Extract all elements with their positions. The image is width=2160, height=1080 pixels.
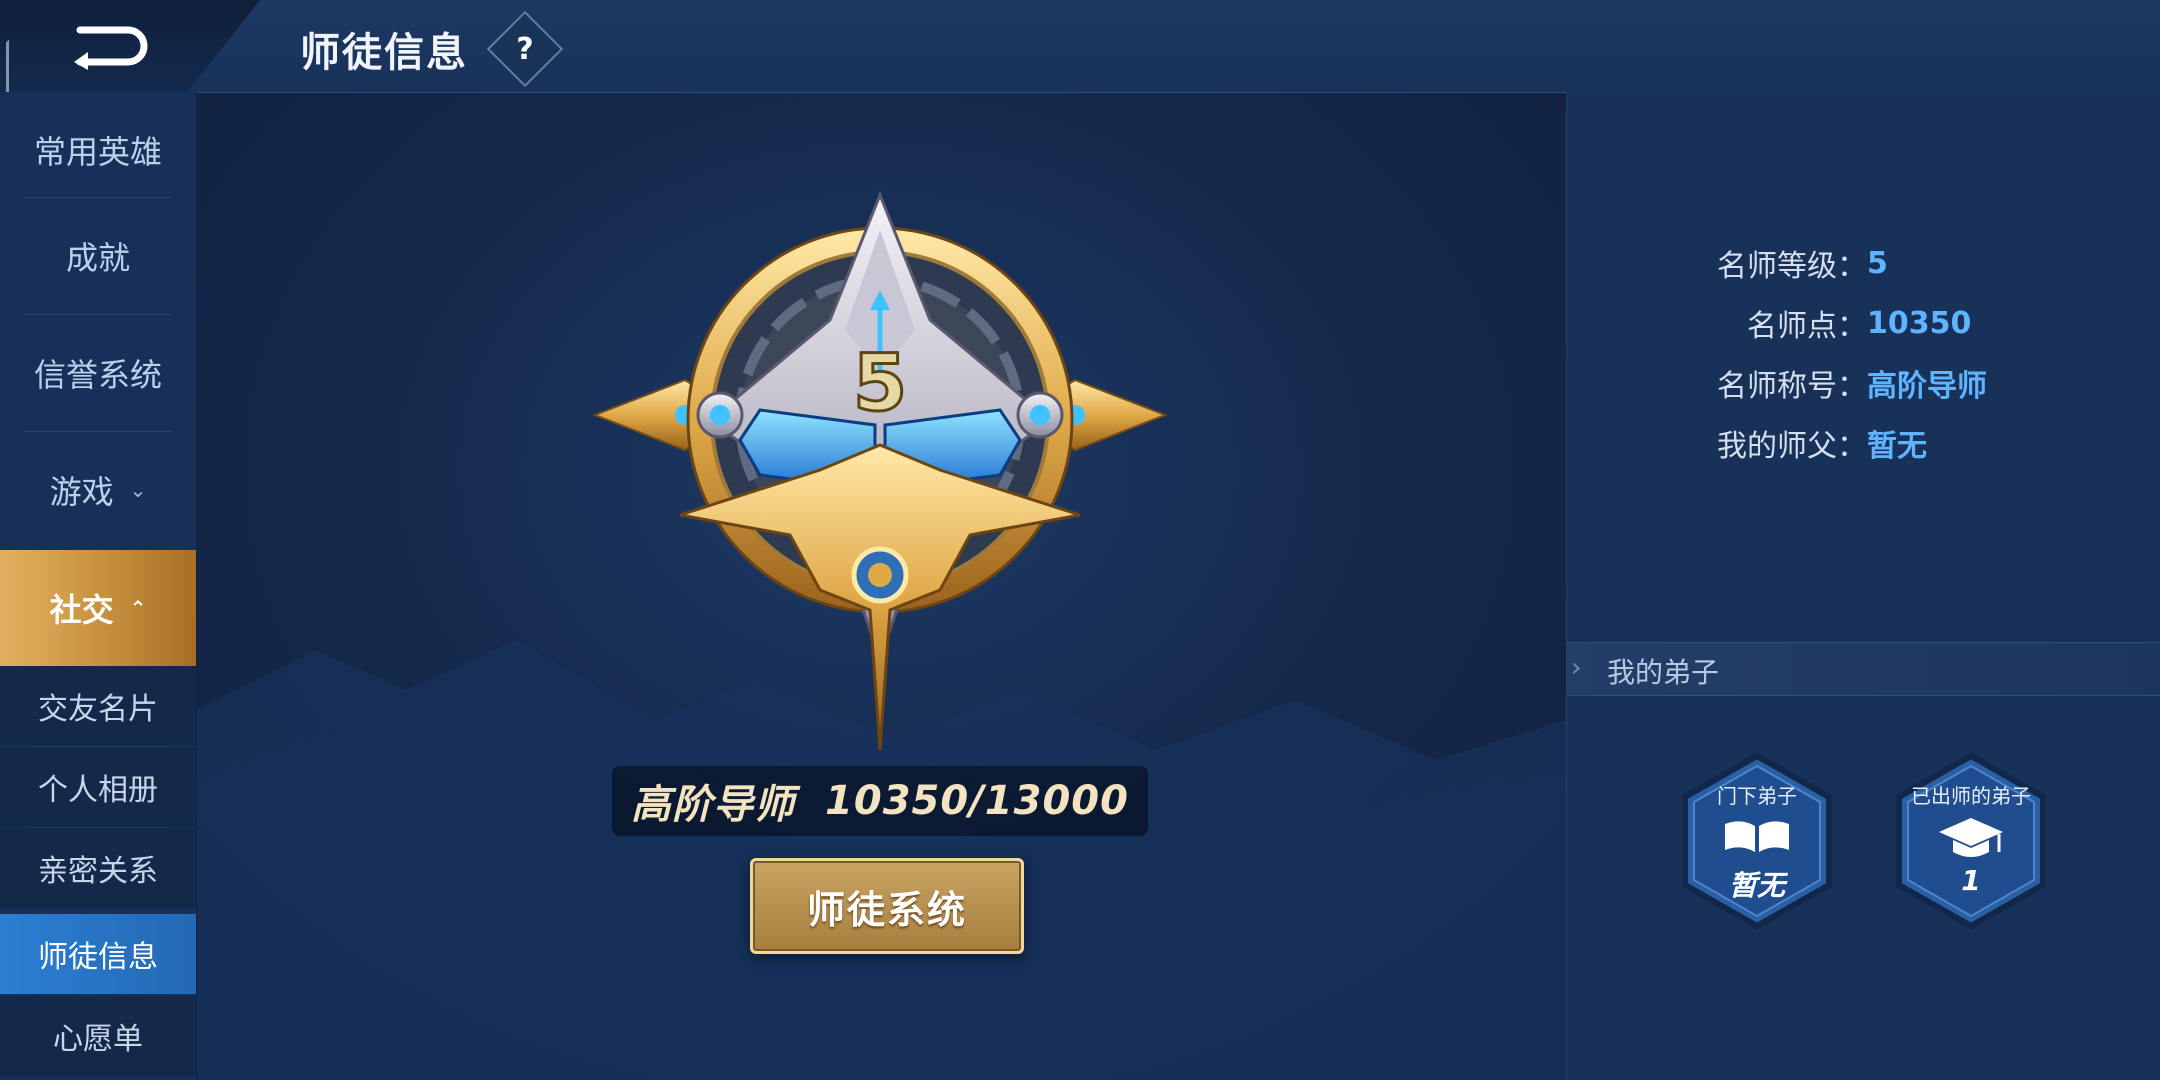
- rank-progress-text: 10350/13000: [825, 778, 1129, 824]
- sidebar-item-games[interactable]: 游戏 ⌄: [0, 432, 196, 548]
- chevron-right-icon: ›: [1571, 653, 1582, 683]
- sidebar-item-social[interactable]: 社交 ⌃: [0, 550, 196, 666]
- sidebar-subitem-label: 个人相册: [38, 773, 158, 808]
- current-disciples-value: 暂无: [1728, 869, 1785, 902]
- back-arrow-icon: [74, 26, 148, 70]
- current-disciples-stat[interactable]: 门下弟子 暂无: [1677, 752, 1837, 930]
- graduated-disciples-title: 已出师的弟子: [1911, 784, 2031, 808]
- info-label: 名师等级：: [1717, 249, 1867, 284]
- chevron-up-icon: ⌃: [129, 596, 147, 620]
- chevron-down-icon: ⌄: [129, 478, 147, 502]
- sidebar-item-credit-system[interactable]: 信誉系统: [0, 315, 196, 431]
- current-disciples-title: 门下弟子: [1717, 784, 1797, 808]
- sidebar-subitem-label: 亲密关系: [38, 854, 158, 889]
- sidebar-subitem-wishlist[interactable]: 心愿单: [0, 996, 196, 1076]
- info-row-master: 我的师父： 暂无: [1567, 418, 1927, 468]
- sidebar-subitem-label: 交友名片: [38, 692, 158, 727]
- sidebar-item-achievements[interactable]: 成就: [0, 198, 196, 314]
- info-value: 高阶导师: [1867, 369, 1987, 404]
- mentor-system-button[interactable]: 师徒系统: [750, 858, 1024, 954]
- info-value: 暂无: [1867, 429, 1927, 464]
- question-icon: ?: [516, 31, 534, 67]
- top-bar: 师徒信息 ?: [0, 0, 2160, 93]
- sidebar-item-label: 常用英雄: [33, 133, 162, 171]
- sidebar-subitem-label: 师徒信息: [38, 940, 158, 975]
- rank-title: 高阶导师: [631, 782, 796, 828]
- graduated-disciples-value: 1: [1961, 864, 1981, 897]
- sidebar-item-label: 社交: [49, 591, 114, 629]
- info-panel: 名师等级： 5 名师点： 10350 名师称号： 高阶导师 我的师父： 暂无 ›…: [1566, 92, 2160, 1080]
- sidebar-subitem-label: 心愿单: [53, 1022, 143, 1057]
- disciples-header: › 我的弟子: [1567, 642, 2160, 696]
- info-label: 我的师父：: [1717, 429, 1867, 464]
- sidebar-subitem-mentor-info[interactable]: 师徒信息: [0, 914, 196, 994]
- sidebar-item-label: 成就: [65, 239, 130, 277]
- help-button[interactable]: ?: [486, 10, 564, 88]
- info-label: 名师称号：: [1717, 369, 1867, 404]
- screen: 师徒信息 ? 常用英雄 成就 信誉系统 游戏 ⌄ 社交 ⌃ 交友名片 个人相册 …: [0, 0, 2160, 1080]
- info-value: 10350: [1867, 305, 1972, 341]
- hexagon-frame: [1896, 752, 2046, 930]
- rank-progress-bar: 高阶导师 10350/13000: [612, 766, 1148, 836]
- sidebar-subitem-intimate-relations[interactable]: 亲密关系: [0, 828, 196, 908]
- back-button[interactable]: [0, 0, 260, 92]
- disciples-header-label: 我的弟子: [1607, 656, 1720, 689]
- info-row-points: 名师点： 10350: [1567, 298, 1971, 348]
- sidebar: 常用英雄 成就 信誉系统 游戏 ⌄ 社交 ⌃ 交友名片 个人相册 亲密关系 师徒…: [0, 92, 197, 1080]
- graduated-disciples-stat[interactable]: 已出师的弟子 1: [1891, 752, 2051, 930]
- info-value: 5: [1867, 245, 1888, 281]
- mentor-badge-emblem: 5: [592, 190, 1168, 751]
- mentor-system-label: 师徒系统: [806, 887, 967, 932]
- sidebar-subitem-friend-card[interactable]: 交友名片: [0, 666, 196, 746]
- sidebar-item-common-heroes[interactable]: 常用英雄: [0, 92, 196, 208]
- sidebar-subitem-photo-album[interactable]: 个人相册: [0, 747, 196, 827]
- page-title: 师徒信息: [300, 30, 468, 76]
- info-label: 名师点：: [1747, 309, 1867, 344]
- sidebar-item-label: 游戏: [49, 473, 114, 511]
- info-row-level: 名师等级： 5: [1567, 238, 1888, 288]
- info-row-title: 名师称号： 高阶导师: [1567, 358, 1987, 408]
- mentor-badge: 5: [590, 190, 1170, 751]
- sidebar-item-label: 信誉系统: [33, 356, 162, 394]
- badge-level-number: 5: [853, 339, 907, 429]
